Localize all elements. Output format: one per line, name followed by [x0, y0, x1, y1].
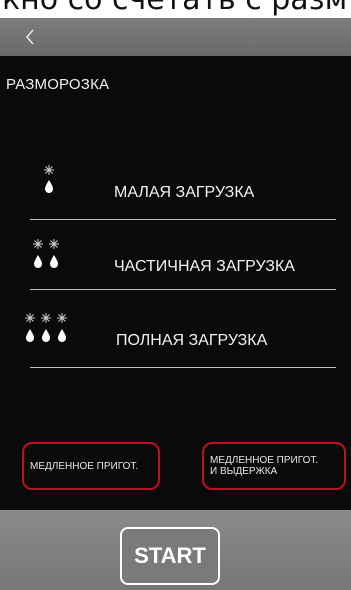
- snowflake-drop-icon: [22, 312, 78, 349]
- screen-title: РАЗМОРОЗКА: [6, 76, 110, 93]
- snowflake-drop-icon: [30, 238, 70, 275]
- caption-text: кно со счетать с разм: [2, 0, 347, 17]
- option-partial-load[interactable]: ЧАСТИЧНАЯ ЗАГРУЗКА: [30, 220, 336, 290]
- slow-cook-label: МЕДЛЕННОЕ ПРИГОТ.: [30, 460, 139, 472]
- option-label: МАЛАЯ ЗАГРУЗКА: [114, 184, 255, 201]
- divider: [30, 289, 336, 290]
- phone-screen: РАЗМОРОЗКА МАЛАЯ ЗАГРУЗКА ЧАСТИЧНАЯ ЗАГР…: [0, 18, 351, 590]
- top-bar: [0, 18, 351, 56]
- slow-cook-hold-label-2: И ВЫДЕРЖКА: [210, 466, 278, 477]
- start-button[interactable]: START: [120, 527, 220, 585]
- option-label: ЧАСТИЧНАЯ ЗАГРУЗКА: [114, 258, 295, 275]
- slow-cook-hold-label-1: МЕДЛЕННОЕ ПРИГОТ.: [210, 455, 319, 466]
- chevron-left-icon: [25, 29, 34, 45]
- snowflake-drop-icon: [42, 164, 56, 199]
- back-button[interactable]: [18, 24, 44, 50]
- top-caption: кно со счетать с разм: [0, 0, 351, 18]
- option-full-load[interactable]: ПОЛНАЯ ЗАГРУЗКА: [25, 296, 336, 368]
- option-small-load[interactable]: МАЛАЯ ЗАГРУЗКА: [30, 150, 336, 220]
- bottom-bar: START: [0, 510, 351, 590]
- slow-cook-button[interactable]: МЕДЛЕННОЕ ПРИГОТ.: [22, 442, 160, 490]
- slow-cook-hold-button[interactable]: МЕДЛЕННОЕ ПРИГОТ. И ВЫДЕРЖКА: [202, 442, 346, 490]
- divider: [30, 367, 336, 368]
- option-label: ПОЛНАЯ ЗАГРУЗКА: [116, 332, 268, 349]
